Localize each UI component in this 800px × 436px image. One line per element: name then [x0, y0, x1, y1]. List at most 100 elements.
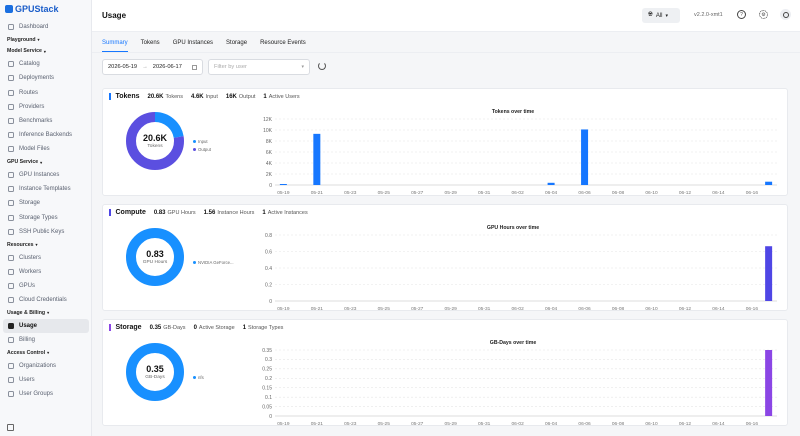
sidebar-item-dashboard[interactable]: Dashboard — [0, 20, 92, 34]
sidebar-item-clusters[interactable]: Clusters — [0, 250, 92, 264]
donut-center: 20.6K Tokens — [125, 111, 185, 171]
sidebar-item-instance-templates[interactable]: Instance Templates — [0, 182, 92, 196]
tab-gpu-instances[interactable]: GPU Instances — [173, 34, 213, 52]
legend-item[interactable]: NVIDIA GeForce... — [193, 260, 234, 265]
tab-resource-events[interactable]: Resource Events — [260, 34, 306, 52]
x-tick-label: 05-19 — [277, 421, 290, 427]
sidebar-item-user-groups[interactable]: User Groups — [0, 387, 92, 401]
start-date[interactable]: 2026-05-19 — [108, 64, 137, 70]
y-tick-label: 0.4 — [265, 266, 272, 272]
donut-label: GPU Hours — [142, 260, 168, 265]
header: Usage 🌐︎ All ▾ v2.2.0-xmt1 ? ⚙ — [92, 0, 800, 32]
y-tick-label: 0.3 — [265, 357, 272, 363]
accent-bar — [109, 93, 111, 100]
sidebar-item-billing[interactable]: Billing — [0, 333, 92, 347]
gear-icon[interactable]: ⚙ — [759, 10, 768, 19]
sidebar-item-users[interactable]: Users — [0, 373, 92, 387]
sidebar-section-playground[interactable]: Playground ▾ — [0, 34, 92, 46]
stat-value: 1 — [262, 210, 266, 216]
stat-label: GPU Hours — [167, 210, 196, 216]
x-tick-label: 05-25 — [378, 306, 391, 312]
sidebar-section-label: GPU Service — [7, 159, 39, 166]
chart-bar[interactable] — [547, 182, 555, 185]
sidebar-item-catalog[interactable]: Catalog — [0, 57, 92, 71]
language-select[interactable]: 🌐︎ All ▾ — [642, 8, 680, 23]
y-tick-label: 2K — [266, 172, 273, 178]
legend-item[interactable]: Input — [193, 139, 211, 144]
stat-label: Output — [238, 94, 256, 100]
chart-bar[interactable] — [313, 133, 321, 185]
sidebar-item-ssh-public-keys[interactable]: SSH Public Keys — [0, 225, 92, 239]
routes-icon — [8, 89, 14, 96]
chevron-down-icon: ▾ — [40, 159, 43, 165]
sidebar-item-model-files[interactable]: Model Files — [0, 142, 92, 156]
sidebar-item-benchmarks[interactable]: Benchmarks — [0, 114, 92, 128]
tab-storage[interactable]: Storage — [226, 34, 247, 52]
sidebar-item-providers[interactable]: Providers — [0, 100, 92, 114]
end-date[interactable]: 2026-06-17 — [153, 64, 182, 70]
dashboard-icon — [8, 24, 14, 31]
refresh-icon[interactable] — [318, 62, 326, 70]
sidebar-item-usage[interactable]: Usage — [3, 318, 89, 333]
model-files-icon — [8, 146, 14, 153]
sidebar-item-label: Clusters — [19, 254, 42, 261]
x-tick-label: 06-14 — [712, 190, 725, 196]
sidebar-item-cloud-credentials[interactable]: Cloud Credentials — [0, 293, 92, 307]
y-tick-label: 0.25 — [262, 367, 272, 373]
avatar[interactable] — [780, 9, 791, 20]
sidebar-item-storage[interactable]: Storage — [0, 196, 92, 210]
organizations-icon — [8, 362, 14, 369]
x-tick-label: 05-29 — [445, 306, 458, 312]
y-tick-label: 0 — [269, 414, 272, 420]
billing-icon — [8, 336, 14, 343]
backends-icon — [8, 132, 14, 139]
sidebar-item-inference-backends[interactable]: Inference Backends — [0, 128, 92, 142]
stat-value: 1 — [263, 94, 267, 100]
legend-label: NVIDIA GeForce... — [198, 260, 234, 265]
tab-tokens[interactable]: Tokens — [141, 34, 160, 52]
gpus-icon — [8, 282, 14, 289]
sidebar-item-label: Workers — [19, 268, 42, 275]
tabs-divider — [92, 52, 800, 53]
date-range-picker[interactable]: 2026-05-19 → 2026-06-17 — [102, 59, 203, 75]
sidebar-item-label: Catalog — [19, 61, 40, 68]
page-title: Usage — [102, 11, 127, 20]
chart-bar[interactable] — [581, 129, 589, 185]
legend-item[interactable]: nfs — [193, 375, 204, 380]
sidebar-section-resources[interactable]: Resources ▾ — [0, 239, 92, 251]
app-name: GPUStack — [15, 4, 59, 14]
user-filter-select[interactable]: Filter by user ▾ — [208, 59, 310, 75]
chart-bar[interactable] — [279, 184, 287, 185]
sidebar-item-organizations[interactable]: Organizations — [0, 359, 92, 373]
chart-bar[interactable] — [765, 181, 773, 185]
chart-bar[interactable] — [765, 246, 773, 301]
y-tick-label: 0.35 — [262, 348, 272, 354]
app-logo[interactable]: GPUStack — [5, 4, 59, 14]
sidebar-section-access-control[interactable]: Access Control ▾ — [0, 347, 92, 359]
user-filter-placeholder: Filter by user — [214, 64, 247, 70]
sidebar-item-gpu-instances[interactable]: GPU Instances — [0, 168, 92, 182]
chart-plot: 0 0.05 0.1 0.15 0.2 0.25 0.3 0.35 05-19 05-21 05-2… — [262, 348, 777, 427]
sidebar-nav: Dashboard Playground ▾ Model Service ▾ Catalo… — [0, 20, 92, 401]
sidebar-section-model-service[interactable]: Model Service ▾ — [0, 46, 92, 58]
sidebar-item-routes[interactable]: Routes — [0, 86, 92, 100]
sidebar-section-usage-billing[interactable]: Usage & Billing ▾ — [0, 307, 92, 319]
help-icon[interactable]: ? — [737, 10, 746, 19]
chart-bar[interactable] — [765, 350, 773, 416]
tab-summary[interactable]: Summary — [102, 34, 128, 52]
sidebar-section-gpu-service[interactable]: GPU Service ▾ — [0, 157, 92, 169]
legend-dot-icon — [193, 148, 196, 151]
sidebar-item-gpus[interactable]: GPUs — [0, 279, 92, 293]
accent-bar — [109, 324, 111, 331]
sidebar-item-workers[interactable]: Workers — [0, 265, 92, 279]
sidebar-collapse-icon[interactable] — [7, 424, 14, 431]
tokens-legend: Input Output — [193, 139, 211, 155]
sidebar-section-label: Usage & Billing — [7, 309, 46, 316]
x-tick-label: 05-19 — [277, 306, 290, 312]
donut-value: 20.6K — [142, 133, 168, 143]
legend-item[interactable]: Output — [193, 147, 211, 152]
x-tick-label: 06-02 — [511, 306, 524, 312]
sidebar-item-deployments[interactable]: Deployments — [0, 71, 92, 85]
sidebar-item-storage-types[interactable]: Storage Types — [0, 211, 92, 225]
x-tick-label: 06-12 — [679, 306, 692, 312]
